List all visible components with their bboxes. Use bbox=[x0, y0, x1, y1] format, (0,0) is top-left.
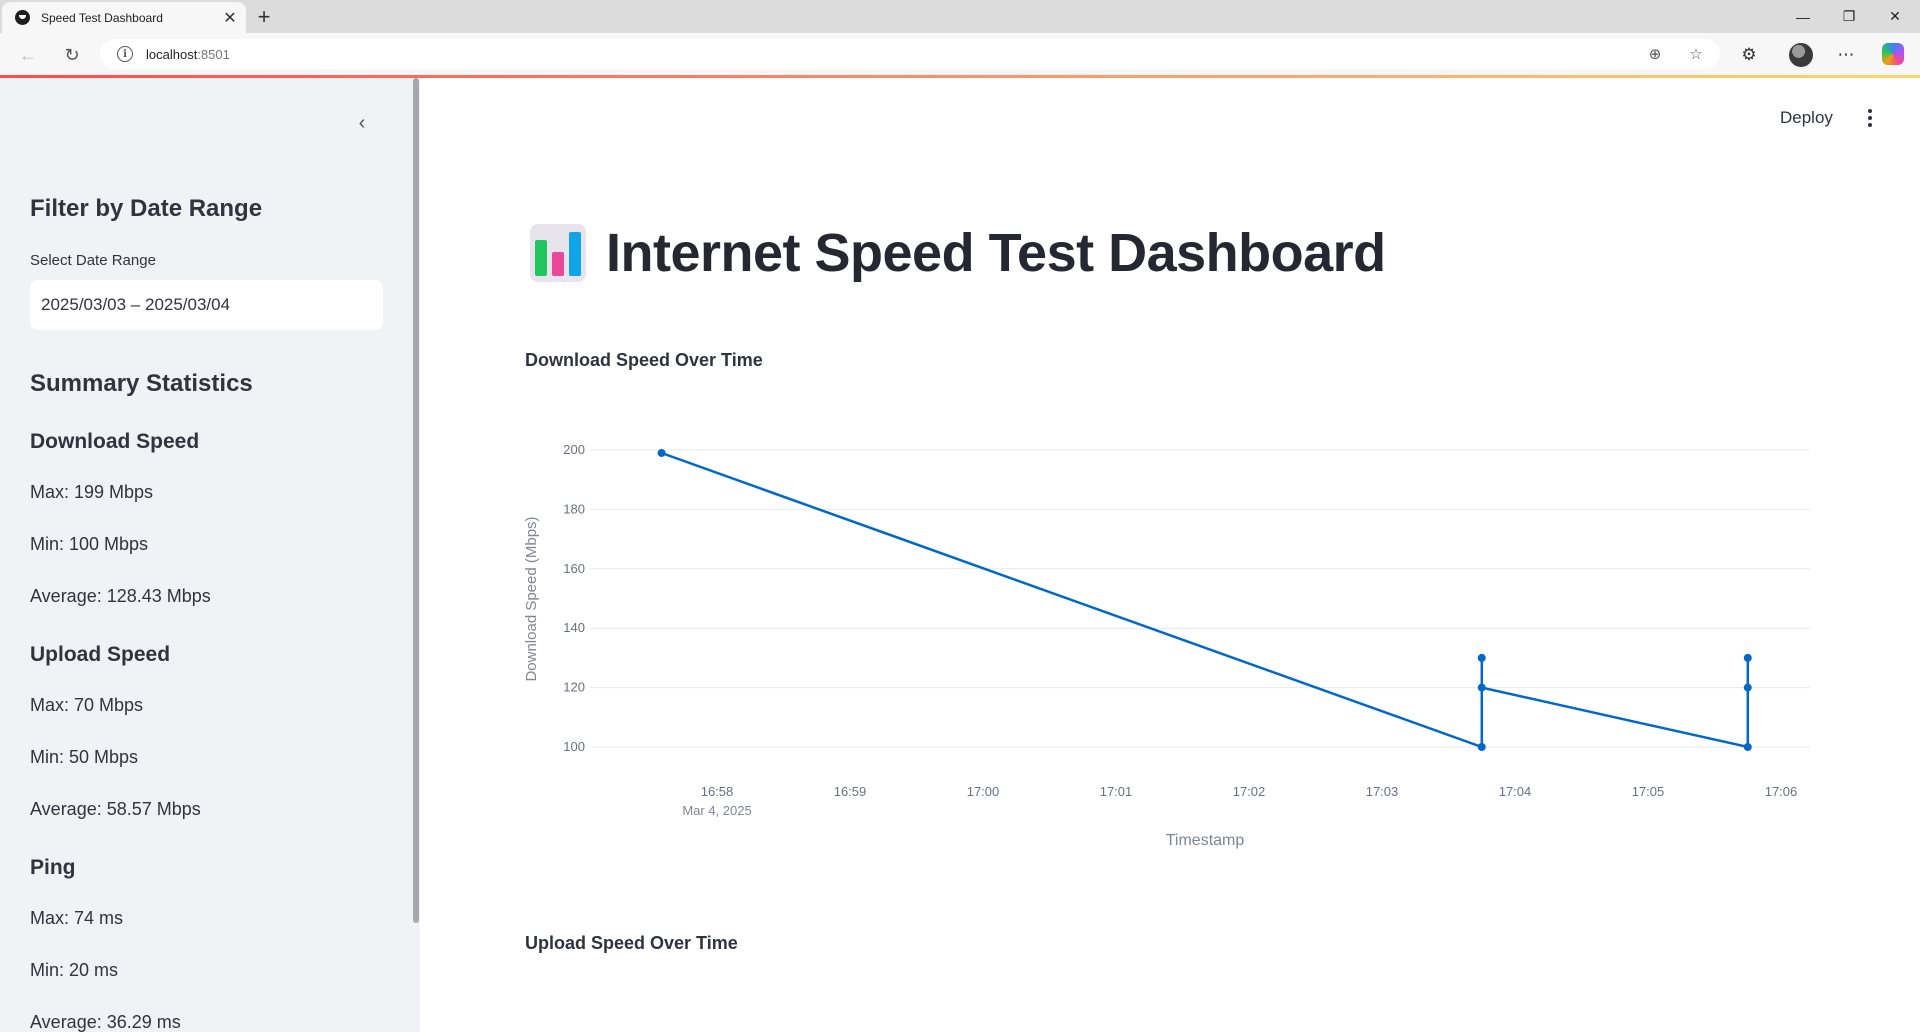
upload-min: Min: 50 Mbps bbox=[30, 747, 139, 767]
y-tick-label: 140 bbox=[563, 620, 585, 635]
browser-toolbar: ← ↻ i localhost:8501 ⊕ ☆ ⚙ ⋯ bbox=[0, 33, 1920, 75]
y-axis-label: Download Speed (Mbps) bbox=[523, 516, 540, 681]
ping-heading: Ping bbox=[30, 856, 76, 879]
y-tick-label: 160 bbox=[563, 561, 585, 576]
upload-heading: Upload Speed bbox=[30, 643, 171, 666]
date-range-label: Select Date Range bbox=[30, 252, 156, 269]
browser-tab-bar: Speed Test Dashboard ✕ + — ❐ ✕ bbox=[0, 0, 1920, 33]
minimize-icon[interactable]: — bbox=[1780, 0, 1826, 33]
y-tick-label: 120 bbox=[563, 680, 585, 695]
reload-icon[interactable]: ↻ bbox=[58, 41, 86, 69]
data-point bbox=[1743, 743, 1752, 751]
x-tick-label: 17:04 bbox=[1499, 784, 1532, 799]
x-tick-label: 17:05 bbox=[1632, 784, 1665, 799]
series-line bbox=[661, 451, 1750, 749]
download-heading: Download Speed bbox=[30, 430, 200, 453]
y-tick-label: 180 bbox=[563, 501, 585, 516]
zoom-icon[interactable]: ⊕ bbox=[1645, 44, 1665, 64]
ping-min: Min: 20 ms bbox=[30, 960, 119, 980]
date-range-input[interactable]: 2025/03/03 – 2025/03/04 bbox=[30, 280, 383, 330]
ping-max: Max: 74 ms bbox=[30, 908, 124, 928]
tab-title: Speed Test Dashboard bbox=[41, 10, 163, 25]
y-tick-label: 200 bbox=[563, 442, 585, 457]
data-point bbox=[657, 448, 666, 457]
data-point bbox=[1477, 743, 1486, 751]
x-tick-label: 17:00 bbox=[967, 784, 1000, 799]
x-tick-label: 17:06 bbox=[1765, 784, 1798, 799]
streamlit-favicon-icon bbox=[15, 10, 30, 25]
x-axis-label: Timestamp bbox=[1166, 832, 1245, 849]
extensions-icon[interactable]: ⚙ bbox=[1735, 41, 1763, 69]
sidebar: ‹ Filter by Date Range Select Date Range… bbox=[0, 78, 420, 1032]
x-tick-label: 17:01 bbox=[1100, 784, 1133, 799]
filter-heading: Filter by Date Range bbox=[30, 195, 263, 222]
close-window-icon[interactable]: ✕ bbox=[1872, 0, 1918, 33]
data-point bbox=[1477, 683, 1486, 692]
download-speed-chart[interactable]: 100 120 140 160 180 200 16:58 16:59 17:00 17:01 1… bbox=[420, 78, 1920, 958]
x-tick-sublabel: Mar 4, 2025 bbox=[682, 803, 751, 818]
ping-avg: Average: 36.29 ms bbox=[30, 1012, 181, 1032]
more-menu-icon[interactable]: ⋯ bbox=[1832, 41, 1860, 69]
restore-icon[interactable]: ❐ bbox=[1826, 0, 1872, 33]
data-point bbox=[1743, 653, 1752, 662]
close-tab-icon[interactable]: ✕ bbox=[218, 6, 242, 30]
back-icon[interactable]: ← bbox=[14, 41, 42, 69]
x-tick-label: 16:58 bbox=[701, 784, 734, 799]
download-min: Min: 100 Mbps bbox=[30, 534, 149, 554]
new-tab-icon[interactable]: + bbox=[251, 4, 277, 30]
x-tick-label: 17:02 bbox=[1233, 784, 1266, 799]
x-tick-label: 16:59 bbox=[834, 784, 867, 799]
summary-heading: Summary Statistics bbox=[30, 370, 253, 397]
download-max: Max: 199 Mbps bbox=[30, 482, 154, 502]
collapse-sidebar-icon[interactable]: ‹ bbox=[350, 111, 374, 135]
url-text: localhost:8501 bbox=[146, 46, 230, 62]
upload-chart-title: Upload Speed Over Time bbox=[525, 933, 738, 953]
sidebar-scrollbar[interactable] bbox=[413, 78, 419, 923]
browser-tab[interactable]: Speed Test Dashboard ✕ bbox=[2, 2, 246, 33]
favorite-star-icon[interactable]: ☆ bbox=[1686, 44, 1706, 64]
download-avg: Average: 128.43 Mbps bbox=[30, 586, 211, 606]
main-content: Deploy Internet Speed Test Dashboard Dow… bbox=[420, 78, 1920, 1032]
data-point bbox=[1477, 653, 1486, 662]
address-bar[interactable]: i localhost:8501 ⊕ ☆ bbox=[100, 39, 1720, 69]
upload-avg: Average: 58.57 Mbps bbox=[30, 799, 201, 819]
site-info-icon[interactable]: i bbox=[117, 46, 133, 62]
data-point bbox=[1743, 683, 1752, 692]
y-tick-label: 100 bbox=[563, 739, 585, 754]
x-tick-label: 17:03 bbox=[1366, 784, 1399, 799]
copilot-icon[interactable] bbox=[1882, 43, 1904, 65]
profile-avatar[interactable] bbox=[1789, 43, 1813, 67]
upload-max: Max: 70 Mbps bbox=[30, 695, 144, 715]
